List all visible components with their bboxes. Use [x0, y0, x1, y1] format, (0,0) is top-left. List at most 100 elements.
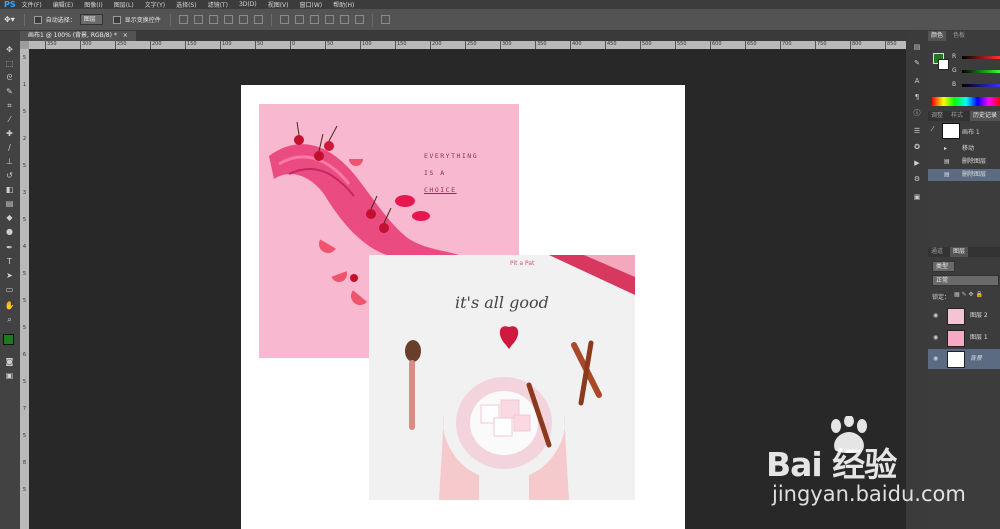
distribute-hcenter-icon[interactable]: [339, 15, 349, 24]
info-panel-icon[interactable]: ⓘ: [912, 109, 922, 118]
layer-image-marshmallow-cup[interactable]: Pit a Pat it's all good: [369, 255, 635, 500]
history-brush-icon[interactable]: ↺: [4, 171, 15, 181]
visibility-eye-icon[interactable]: ◉: [933, 349, 940, 369]
show-transform-label: 显示变换控件: [124, 17, 161, 24]
quick-select-icon[interactable]: ✎: [4, 87, 15, 97]
layer-filter-dropdown[interactable]: 类型: [932, 261, 956, 272]
tab-swatches[interactable]: 色板: [950, 31, 968, 41]
tab-styles[interactable]: 样式: [948, 111, 966, 121]
menu-type[interactable]: 文字(Y): [145, 0, 165, 9]
menu-edit[interactable]: 编辑(E): [53, 0, 73, 9]
menu-select[interactable]: 选择(S): [176, 0, 197, 9]
history-snapshot-thumb[interactable]: [942, 123, 960, 139]
tab-history[interactable]: 历史记录: [970, 111, 1000, 121]
horizontal-ruler[interactable]: 350 300 250 200 150 100 50 0 50 100 150 200 250 300 35…: [29, 41, 906, 49]
auto-align-icon[interactable]: [380, 15, 390, 24]
lasso-icon[interactable]: ᘓ: [4, 73, 15, 83]
ruler-h-tick: [430, 41, 431, 49]
menu-view[interactable]: 视图(V): [268, 0, 289, 9]
menu-window[interactable]: 窗口(W): [300, 0, 323, 9]
slider-r[interactable]: [962, 56, 1000, 59]
eraser-icon[interactable]: ◧: [4, 185, 15, 195]
stamp-icon[interactable]: ⊥: [4, 157, 15, 167]
menu-help[interactable]: 帮助(H): [333, 0, 354, 9]
ruler-origin[interactable]: [20, 41, 29, 49]
tab-channels[interactable]: 通道: [928, 247, 946, 257]
paragraph-panel-icon[interactable]: ¶: [912, 93, 922, 102]
move-icon[interactable]: ✥: [4, 45, 15, 55]
quick-mask-icon[interactable]: ◙: [4, 357, 15, 367]
move-tool-preset-icon[interactable]: ✥▾: [4, 15, 15, 24]
auto-select-checkbox[interactable]: [33, 15, 42, 24]
hand-icon[interactable]: ✋: [4, 301, 15, 311]
align-top-icon[interactable]: [178, 15, 188, 24]
character-panel-icon[interactable]: A: [912, 77, 922, 86]
slider-g[interactable]: [962, 70, 1000, 73]
close-icon[interactable]: ×: [123, 32, 128, 39]
align-left-icon[interactable]: [223, 15, 233, 24]
layer-row-layer-2[interactable]: ◉ 图层 2: [928, 306, 1000, 326]
pen-icon[interactable]: ✒: [4, 243, 15, 253]
visibility-eye-icon[interactable]: ◉: [933, 306, 940, 326]
brush-panel-icon[interactable]: ✎: [912, 59, 922, 68]
distribute-bottom-icon[interactable]: [309, 15, 319, 24]
ruler-v-label: 2: [22, 136, 27, 142]
crop-icon[interactable]: ⌗: [4, 101, 15, 111]
zoom-icon[interactable]: ⌕: [4, 315, 15, 325]
history-panel-icon[interactable]: ▤: [912, 43, 922, 52]
color-spectrum[interactable]: [932, 97, 1000, 106]
menu-image[interactable]: 图像(I): [84, 0, 102, 9]
eyedropper-icon[interactable]: ⁄: [4, 115, 15, 125]
blur-icon[interactable]: ◆: [4, 213, 15, 223]
actions-panel-icon[interactable]: ▶: [912, 159, 922, 168]
distribute-top-icon[interactable]: [279, 15, 289, 24]
foreground-color-swatch[interactable]: [3, 334, 14, 345]
screen-mode-icon[interactable]: ▣: [4, 371, 15, 381]
dodge-icon[interactable]: ●: [4, 227, 15, 237]
ruler-h-label: 500: [642, 41, 652, 47]
brush-icon[interactable]: ∕: [4, 143, 15, 153]
history-item[interactable]: ▤ 删除图层: [928, 156, 1000, 168]
visibility-eye-icon[interactable]: ◉: [933, 328, 940, 348]
tab-color[interactable]: 颜色: [928, 31, 947, 41]
shape-icon[interactable]: ▭: [4, 285, 15, 295]
lock-icons[interactable]: ▦ ✎ ✥ 🔒: [954, 291, 983, 298]
properties-panel-icon[interactable]: ☰: [912, 127, 922, 136]
align-bottom-icon[interactable]: [208, 15, 218, 24]
history-brush-source-icon[interactable]: ⁄: [932, 125, 933, 133]
auto-select-dropdown[interactable]: 图层: [79, 14, 103, 25]
slider-b[interactable]: [962, 84, 1000, 87]
ruler-v-label: 6: [22, 352, 27, 358]
tab-adjustments[interactable]: 调整: [928, 111, 946, 121]
path-select-icon[interactable]: ➤: [4, 271, 15, 281]
healing-icon[interactable]: ✚: [4, 129, 15, 139]
tool-presets-icon[interactable]: ⚙: [912, 175, 922, 184]
show-transform-checkbox[interactable]: [112, 15, 121, 24]
history-item[interactable]: ▸ 移动: [928, 143, 1000, 155]
type-icon[interactable]: T: [4, 257, 15, 267]
menu-filter[interactable]: 滤镜(T): [208, 0, 228, 9]
distribute-left-icon[interactable]: [324, 15, 334, 24]
distribute-right-icon[interactable]: [354, 15, 364, 24]
layer-row-layer-1[interactable]: ◉ 图层 1: [928, 328, 1000, 348]
history-item-selected[interactable]: ▤ 删除图层: [928, 169, 1000, 181]
marquee-icon[interactable]: ⬚: [4, 59, 15, 69]
distribute-vcenter-icon[interactable]: [294, 15, 304, 24]
menu-3d[interactable]: 3D(D): [239, 1, 257, 8]
menu-layer[interactable]: 图层(L): [114, 0, 134, 9]
gradient-icon[interactable]: ▤: [4, 199, 15, 209]
clone-source-panel-icon[interactable]: ✪: [912, 143, 922, 152]
ruler-h-label: 600: [712, 41, 722, 47]
align-hcenter-icon[interactable]: [238, 15, 248, 24]
document-tab[interactable]: 画布1 @ 100% (背景, RGB/8) * ×: [20, 31, 136, 41]
align-right-icon[interactable]: [253, 15, 263, 24]
document-tab-title: 画布1 @ 100% (背景, RGB/8) *: [28, 32, 117, 39]
navigator-panel-icon[interactable]: ▣: [912, 193, 922, 202]
blend-mode-dropdown[interactable]: 正常: [932, 275, 999, 286]
vertical-ruler[interactable]: 5 1 5 2 5 3 5 4 5 5 5 6 5 7 5 8 5: [20, 49, 29, 529]
layer-row-background[interactable]: ◉ 背景: [928, 349, 1000, 369]
menu-file[interactable]: 文件(F): [22, 0, 42, 9]
tab-layers[interactable]: 图层: [950, 247, 969, 257]
align-vcenter-icon[interactable]: [193, 15, 203, 24]
color-panel-background-swatch[interactable]: [938, 59, 949, 70]
